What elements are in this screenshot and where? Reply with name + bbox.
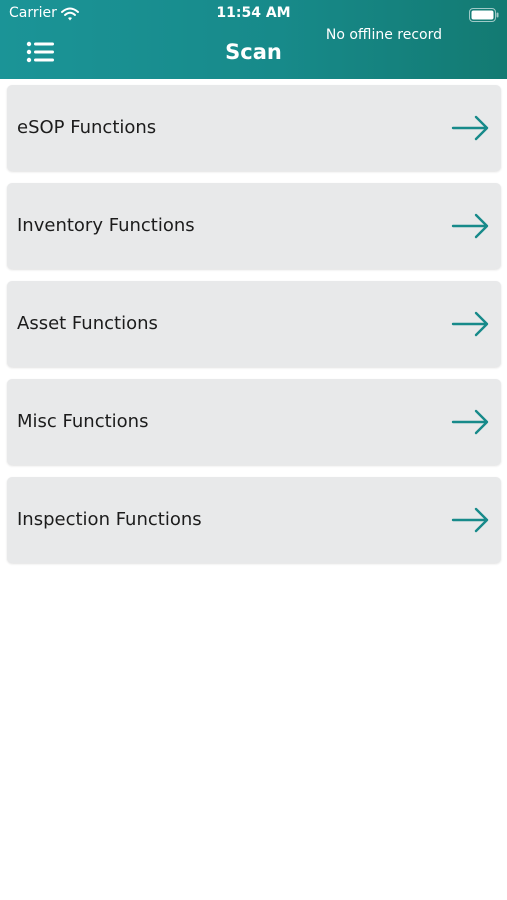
offline-status: No offline record xyxy=(325,27,442,43)
item-label: Misc Functions xyxy=(17,411,149,432)
battery-icon xyxy=(469,7,499,22)
arrow-right-icon xyxy=(451,113,491,143)
arrow-right-icon xyxy=(451,309,491,339)
item-label: Asset Functions xyxy=(17,313,158,334)
esop-functions-item[interactable]: eSOP Functions xyxy=(7,85,501,171)
arrow-right-icon xyxy=(451,407,491,437)
arrow-right-icon xyxy=(451,505,491,535)
item-label: Inventory Functions xyxy=(17,215,195,236)
arrow-right-icon xyxy=(451,211,491,241)
item-label: Inspection Functions xyxy=(17,509,202,530)
status-bar: Carrier 11:54 AM xyxy=(0,0,507,28)
misc-functions-item[interactable]: Misc Functions xyxy=(7,379,501,465)
function-list: eSOP Functions Inventory Functions Asset… xyxy=(7,85,501,575)
asset-functions-item[interactable]: Asset Functions xyxy=(7,281,501,367)
item-label: eSOP Functions xyxy=(17,117,157,138)
inventory-functions-item[interactable]: Inventory Functions xyxy=(7,183,501,269)
status-time: 11:54 AM xyxy=(216,5,291,21)
app-header: Carrier 11:54 AM Scan No offline record xyxy=(0,0,507,79)
inspection-functions-item[interactable]: Inspection Functions xyxy=(7,477,501,563)
